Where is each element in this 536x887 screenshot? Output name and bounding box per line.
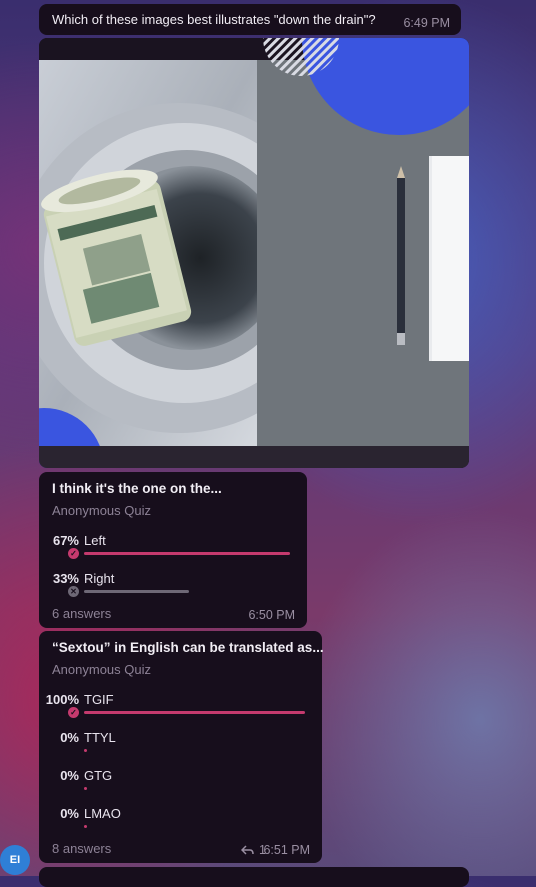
option-percent: 33% (52, 571, 79, 586)
option-bar (84, 787, 87, 790)
poll-option-gtg[interactable]: 0% GTG (39, 768, 322, 802)
quiz-poll-2: “Sextou” in English can be translated as… (39, 631, 324, 863)
quiz-photo[interactable] (39, 38, 469, 468)
option-bar (84, 711, 305, 714)
option-label: GTG (84, 768, 113, 783)
avatar[interactable]: EI (0, 845, 30, 875)
next-message[interactable] (39, 867, 469, 887)
poll-type: Anonymous Quiz (52, 662, 151, 677)
poll-option-right[interactable]: 33% Right ✕ (39, 571, 307, 605)
option-label: Left (84, 533, 106, 548)
option-bar (84, 825, 87, 828)
poll-option-left[interactable]: 67% Left ✓ (39, 533, 307, 567)
answers-count[interactable]: 6 answers (52, 606, 111, 621)
message-time: 6:51 PM (263, 843, 310, 857)
poll-option-ttyl[interactable]: 0% TTYL (39, 730, 322, 764)
check-icon: ✓ (68, 707, 79, 718)
option-label: TGIF (84, 692, 114, 707)
poll-option-lmao[interactable]: 0% LMAO (39, 806, 322, 840)
message-time: 6:50 PM (248, 608, 295, 622)
option-bar (84, 749, 87, 752)
message-time: 6:49 PM (403, 16, 450, 30)
poll-option-tgif[interactable]: 100% TGIF ✓ (39, 692, 322, 726)
option-label: Right (84, 571, 115, 586)
check-icon: ✓ (68, 548, 79, 559)
replies[interactable]: 1 (240, 843, 266, 857)
drain-money-pencil-image (39, 38, 469, 468)
option-percent: 67% (52, 533, 79, 548)
option-percent: 0% (60, 806, 79, 821)
poll-title: “Sextou” in English can be translated as… (52, 640, 324, 655)
cross-icon: ✕ (68, 586, 79, 597)
option-percent: 0% (60, 730, 79, 745)
quiz-question-message[interactable]: Which of these images best illustrates "… (39, 4, 461, 35)
reply-icon (240, 845, 254, 855)
option-label: LMAO (84, 806, 121, 821)
option-label: TTYL (84, 730, 116, 745)
option-percent: 100% (45, 692, 79, 707)
answers-count[interactable]: 8 answers (52, 841, 111, 856)
option-bar (84, 552, 290, 555)
poll-title: I think it's the one on the... (52, 481, 222, 496)
option-percent: 0% (60, 768, 79, 783)
poll-type: Anonymous Quiz (52, 503, 151, 518)
quiz-poll-1: I think it's the one on the... Anonymous… (39, 472, 307, 628)
option-bar (84, 590, 189, 593)
question-text: Which of these images best illustrates "… (52, 12, 376, 27)
